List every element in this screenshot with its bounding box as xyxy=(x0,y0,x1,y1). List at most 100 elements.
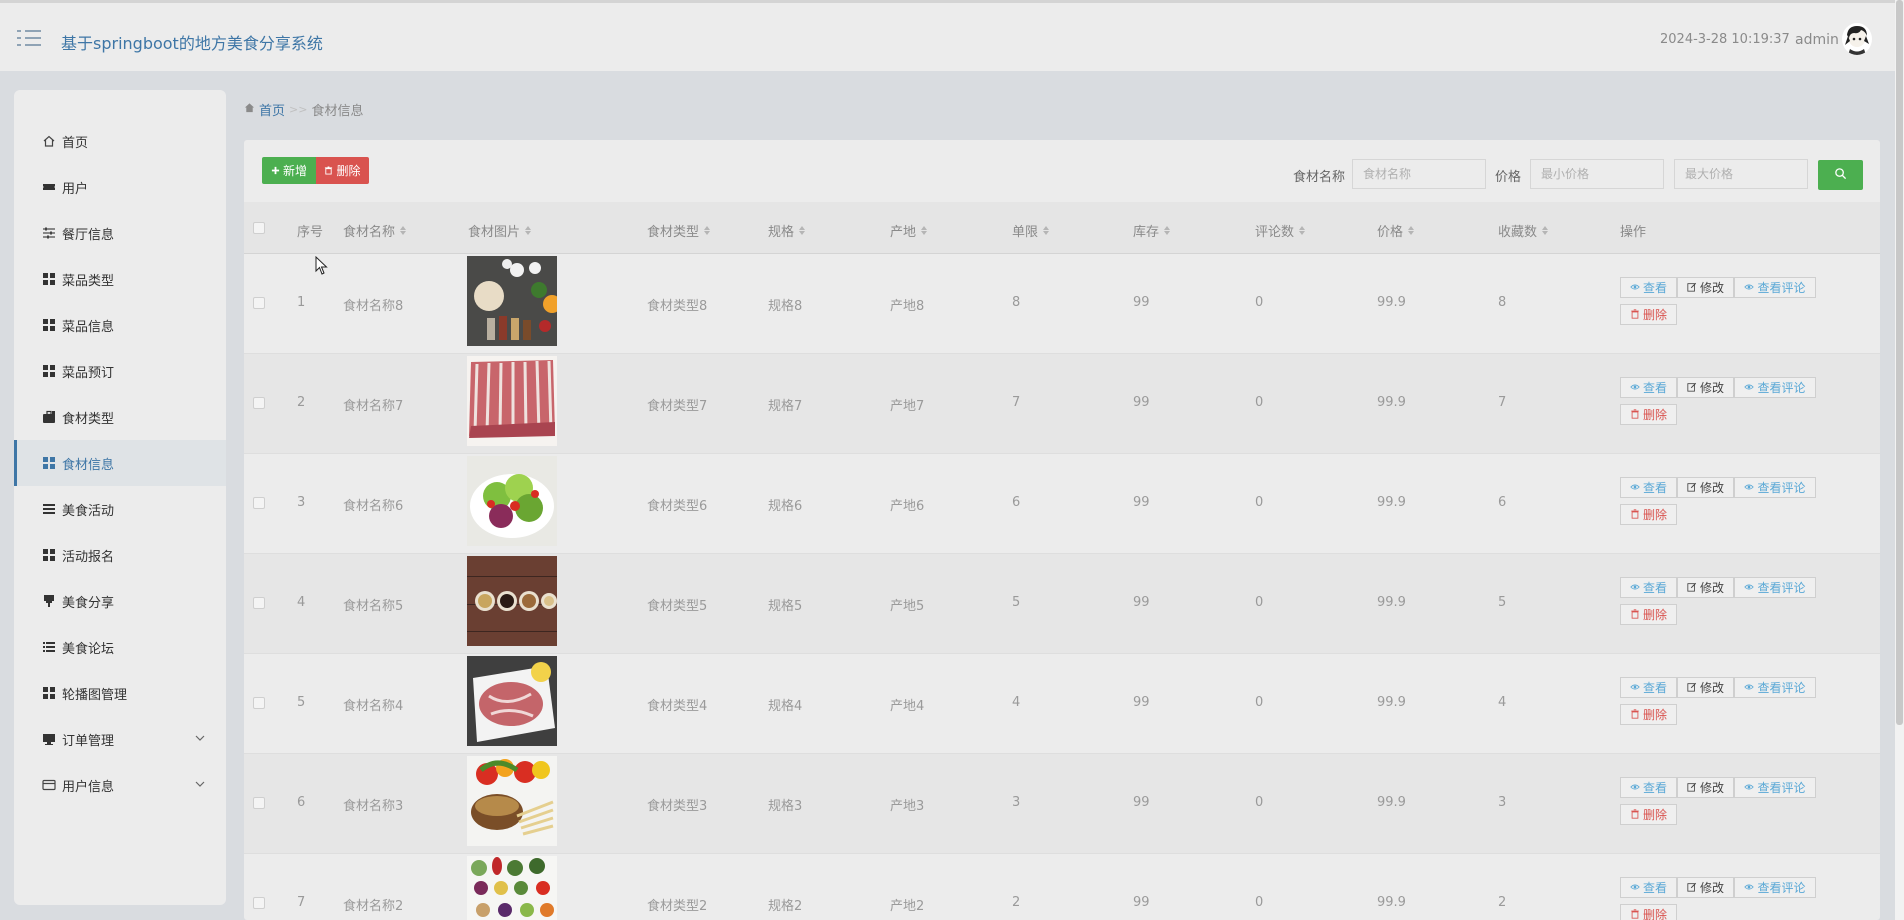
row-checkbox[interactable] xyxy=(253,497,265,509)
avatar[interactable] xyxy=(1842,23,1872,55)
sort-icon[interactable] xyxy=(704,226,711,235)
col-header-image[interactable]: 食材图片 xyxy=(468,221,532,240)
view-button[interactable]: 查看 xyxy=(1620,277,1677,298)
sidebar-item-activity-signup[interactable]: 活动报名 xyxy=(14,532,226,578)
sort-icon[interactable] xyxy=(525,226,532,235)
chevron-down-icon[interactable] xyxy=(194,732,206,744)
view-reviews-button[interactable]: 查看评论 xyxy=(1734,877,1816,898)
max-price-input[interactable] xyxy=(1674,159,1808,189)
view-reviews-button[interactable]: 查看评论 xyxy=(1734,677,1816,698)
sidebar-item-home[interactable]: 首页 xyxy=(14,118,226,164)
edit-button[interactable]: 修改 xyxy=(1677,677,1734,698)
edit-button[interactable]: 修改 xyxy=(1677,277,1734,298)
col-header-origin[interactable]: 产地 xyxy=(890,221,928,240)
name-filter-input[interactable] xyxy=(1352,159,1486,189)
row-delete-button[interactable]: 删除 xyxy=(1620,904,1677,920)
view-button[interactable]: 查看 xyxy=(1620,377,1677,398)
cell-spec: 规格7 xyxy=(768,399,803,414)
page-scrollbar[interactable] xyxy=(1895,0,1904,920)
select-all-checkbox[interactable] xyxy=(253,222,265,234)
col-header-spec[interactable]: 规格 xyxy=(768,221,806,240)
row-checkbox[interactable] xyxy=(253,797,265,809)
edit-button[interactable]: 修改 xyxy=(1677,477,1734,498)
view-button[interactable]: 查看 xyxy=(1620,477,1677,498)
edit-button[interactable]: 修改 xyxy=(1677,377,1734,398)
sidebar-item-food-share[interactable]: 美食分享 xyxy=(14,578,226,624)
view-button[interactable]: 查看 xyxy=(1620,777,1677,798)
edit-button[interactable]: 修改 xyxy=(1677,577,1734,598)
row-checkbox[interactable] xyxy=(253,297,265,309)
sort-icon[interactable] xyxy=(921,226,928,235)
view-reviews-button[interactable]: 查看评论 xyxy=(1734,577,1816,598)
delete-button[interactable]: 删除 xyxy=(316,157,369,184)
sidebar-item-user-info[interactable]: 用户信息 xyxy=(14,762,226,808)
eye-icon xyxy=(1744,781,1755,795)
sidebar-item-ingredient-info[interactable]: 食材信息 xyxy=(14,440,226,486)
sidebar-item-dish-booking[interactable]: 菜品预订 xyxy=(14,348,226,394)
monitor-icon xyxy=(42,732,56,746)
row-checkbox[interactable] xyxy=(253,697,265,709)
eye-icon xyxy=(1744,281,1755,295)
add-button[interactable]: 新增 xyxy=(262,157,316,184)
view-reviews-button[interactable]: 查看评论 xyxy=(1734,477,1816,498)
row-checkbox[interactable] xyxy=(253,897,265,909)
sort-icon[interactable] xyxy=(799,226,806,235)
ingredient-image xyxy=(467,756,557,846)
min-price-input[interactable] xyxy=(1530,159,1664,189)
view-reviews-button[interactable]: 查看评论 xyxy=(1734,777,1816,798)
sidebar-item-dish-info[interactable]: 菜品信息 xyxy=(14,302,226,348)
sort-icon[interactable] xyxy=(1299,226,1306,235)
breadcrumb-home-link[interactable]: 首页 xyxy=(259,100,285,119)
sidebar-item-dish-type[interactable]: 菜品类型 xyxy=(14,256,226,302)
col-header-comments[interactable]: 评论数 xyxy=(1255,221,1306,240)
sort-icon[interactable] xyxy=(400,226,407,235)
view-button[interactable]: 查看 xyxy=(1620,577,1677,598)
sidebar-item-ingredient-type[interactable]: 食材类型 xyxy=(14,394,226,440)
row-delete-button[interactable]: 删除 xyxy=(1620,404,1677,425)
col-header-price[interactable]: 价格 xyxy=(1377,221,1415,240)
row-delete-button[interactable]: 删除 xyxy=(1620,304,1677,325)
cell-type: 食材类型5 xyxy=(647,599,708,614)
col-header-type[interactable]: 食材类型 xyxy=(647,221,711,240)
sort-icon[interactable] xyxy=(1043,226,1050,235)
chevron-down-icon[interactable] xyxy=(194,778,206,790)
cell-stock: 99 xyxy=(1133,895,1150,910)
sidebar-item-food-forum[interactable]: 美食论坛 xyxy=(14,624,226,670)
edit-button[interactable]: 修改 xyxy=(1677,877,1734,898)
sidebar-item-restaurant[interactable]: 餐厅信息 xyxy=(14,210,226,256)
cell-price: 99.9 xyxy=(1377,395,1406,410)
edit-button[interactable]: 修改 xyxy=(1677,777,1734,798)
search-button[interactable] xyxy=(1818,160,1863,190)
row-delete-button[interactable]: 删除 xyxy=(1620,704,1677,725)
sort-icon[interactable] xyxy=(1542,226,1549,235)
cell-stock: 99 xyxy=(1133,295,1150,310)
eye-icon xyxy=(1630,381,1640,395)
home-icon xyxy=(42,134,56,148)
view-button[interactable]: 查看 xyxy=(1620,877,1677,898)
row-delete-button[interactable]: 删除 xyxy=(1620,604,1677,625)
col-header-limit[interactable]: 单限 xyxy=(1012,221,1050,240)
sort-icon[interactable] xyxy=(1164,226,1171,235)
col-header-name[interactable]: 食材名称 xyxy=(343,221,407,240)
scrollbar-thumb[interactable] xyxy=(1896,0,1903,725)
menu-toggle-icon[interactable] xyxy=(17,30,41,48)
view-button[interactable]: 查看 xyxy=(1620,677,1677,698)
sidebar-item-label: 餐厅信息 xyxy=(62,227,115,243)
sidebar-item-food-activity[interactable]: 美食活动 xyxy=(14,486,226,532)
sidebar-item-carousel[interactable]: 轮播图管理 xyxy=(14,670,226,716)
price-filter-label: 价格 xyxy=(1495,170,1522,185)
col-header-favorites[interactable]: 收藏数 xyxy=(1498,221,1549,240)
cell-stock: 99 xyxy=(1133,595,1150,610)
sort-icon[interactable] xyxy=(1408,226,1415,235)
row-checkbox[interactable] xyxy=(253,397,265,409)
sidebar-item-users[interactable]: 用户 xyxy=(14,164,226,210)
col-header-stock[interactable]: 库存 xyxy=(1133,221,1171,240)
ticket-icon xyxy=(42,180,56,194)
view-reviews-button[interactable]: 查看评论 xyxy=(1734,277,1816,298)
row-delete-button[interactable]: 删除 xyxy=(1620,804,1677,825)
user-name[interactable]: admin xyxy=(1795,32,1839,48)
view-reviews-button[interactable]: 查看评论 xyxy=(1734,377,1816,398)
row-checkbox[interactable] xyxy=(253,597,265,609)
row-delete-button[interactable]: 删除 xyxy=(1620,504,1677,525)
sidebar-item-orders[interactable]: 订单管理 xyxy=(14,716,226,762)
